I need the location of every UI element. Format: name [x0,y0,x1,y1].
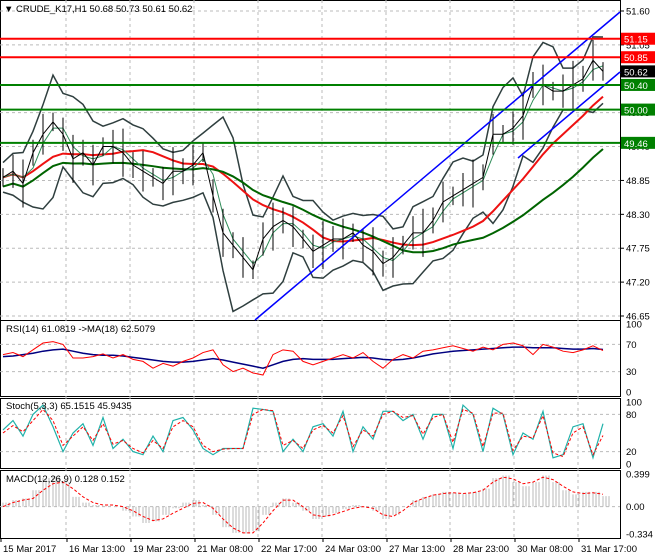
level-tag-label: 49.46 [624,139,648,150]
stoch-signal-line [2,408,604,458]
rsi-tick-label: 30 [626,367,637,378]
ohlc-values: 50.68 50.73 50.61 50.62 [89,4,193,15]
collapse-triangle-icon[interactable]: ▼ [4,4,13,15]
y-tick-label: 47.75 [626,244,650,255]
stoch-tick-label: 100 [626,398,642,409]
x-tick-label: 24 Mar 03:00 [325,544,381,555]
rsi-ma-line [2,346,604,369]
chart-window: ▼ CRUDE_K17,H1 50.68 50.73 50.61 50.62 R… [0,0,660,560]
x-tick-label: 31 Mar 17:00 [581,544,637,555]
symbol-label: CRUDE_K17,H1 [16,4,87,15]
rsi-tick-label: 100 [626,320,642,331]
y-tick-label: 48.30 [626,210,650,221]
x-tick-label: 30 Mar 08:00 [517,544,573,555]
macd-tick-label: 0.00 [626,502,645,513]
x-tick-label: 28 Mar 23:00 [453,544,509,555]
x-tick-label: 27 Mar 13:00 [389,544,445,555]
x-tick-label: 15 Mar 2017 [3,544,56,555]
macd-tick-label: -0.334 [626,530,653,541]
price-line [2,59,604,271]
macd-tick-label: 0.399 [626,470,650,481]
chart-header: ▼ CRUDE_K17,H1 50.68 50.73 50.61 50.62 [4,4,192,15]
x-tick-label: 22 Mar 17:00 [261,544,317,555]
level-tag-label: 50.00 [624,106,648,117]
rsi-label: RSI(14) 61.0819 ->MA(18) 62.5079 [6,324,156,335]
rsi-tick-label: 70 [626,340,637,351]
stoch-tick-label: 20 [626,447,637,458]
level-tag-label: 50.85 [624,53,648,64]
level-tag-label: 50.40 [624,81,648,92]
x-tick-label: 19 Mar 23:00 [133,544,189,555]
stoch-label: Stoch(5,3,3) 65.1515 45.9435 [6,401,132,412]
y-tick-label: 48.85 [626,176,650,187]
level-tag-label: 51.15 [624,35,648,46]
macd-label: MACD(12,26,9) 0.128 0.152 [6,474,125,485]
stoch-tick-label: 80 [626,410,637,421]
level-tag-label: 50.62 [624,67,648,78]
y-tick-label: 51.60 [626,7,650,18]
y-tick-label: 47.20 [626,278,650,289]
x-tick-label: 21 Mar 08:00 [197,544,253,555]
x-tick-label: 16 Mar 13:00 [69,544,125,555]
